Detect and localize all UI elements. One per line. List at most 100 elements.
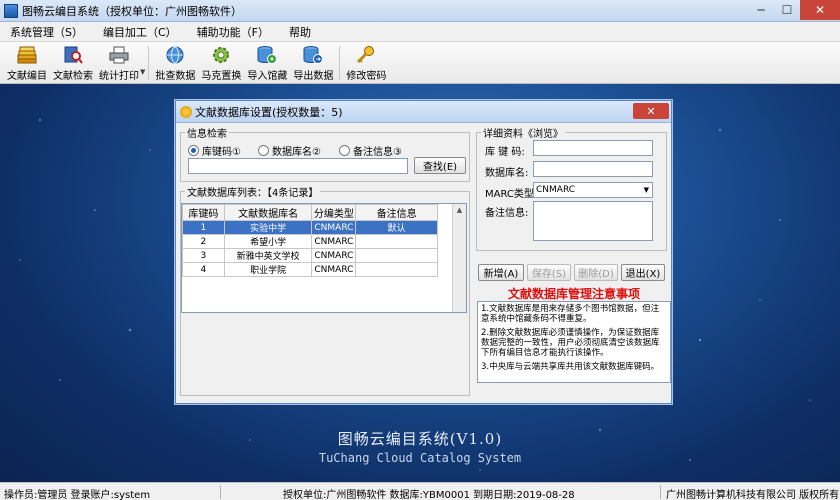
column-header[interactable]: 备注信息 (355, 204, 438, 221)
status-license: 授权单位:广州图畅软件 数据库:YBM0001 到期日期:2019-08-28 (283, 490, 575, 500)
notes-title: 文献数据库管理注意事项 (507, 287, 640, 301)
toolbar-export-button[interactable]: 导出数据 (290, 42, 336, 82)
toolbar-label: 统计打印 (99, 71, 139, 82)
radio-dot (339, 145, 350, 156)
minimize-button[interactable]: ─ (748, 0, 774, 20)
radio-note[interactable]: 备注信息③ (339, 143, 402, 158)
toolbar-separator (148, 46, 150, 80)
cell-note (355, 248, 438, 263)
table-header-row: 库键码 文献数据库名 分编类型 备注信息 (182, 204, 438, 221)
radio-label: 备注信息③ (353, 147, 402, 158)
menu-catalog[interactable]: 编目加工（C） (93, 24, 187, 40)
database-table: 库键码 文献数据库名 分编类型 备注信息 1 实验中学 CNMARC 默认 2 … (181, 203, 467, 313)
table-vertical-scrollbar[interactable]: ▲ (452, 204, 466, 312)
exit-button[interactable]: 退出(X) (621, 264, 665, 281)
menu-system[interactable]: 系统管理（S） (0, 24, 93, 40)
note-item: 3.中央库与云端共享库共用该文献数据库键码。 (481, 362, 660, 372)
marc-type-label: MARC类型: (485, 189, 538, 200)
toolbar-print-button[interactable]: 统计打印 (96, 42, 142, 82)
add-button[interactable]: 新增(A) (478, 264, 524, 281)
chevron-down-icon[interactable]: ▼ (140, 68, 145, 76)
cell-code: 3 (182, 248, 225, 263)
db-name-label: 数据库名: (485, 168, 529, 179)
radio-db-name[interactable]: 数据库名② (258, 143, 321, 158)
key-icon (354, 44, 378, 65)
search-input[interactable] (188, 158, 408, 174)
search-button[interactable]: 查找(E) (414, 157, 466, 174)
globe-icon (163, 44, 187, 65)
toolbar-import-button[interactable]: 导入馆藏 (244, 42, 290, 82)
column-header[interactable]: 分编类型 (311, 204, 357, 221)
note-item: 2.删除文献数据库必须谨慎操作，为保证数据库数据完整的一致性，用户必须彻底清空该… (481, 328, 660, 358)
column-header[interactable]: 文献数据库名 (223, 204, 313, 221)
key-code-label: 库 键 码: (485, 147, 525, 158)
toolbar-password-button[interactable]: 修改密码 (343, 42, 389, 82)
dialog-icon (180, 105, 192, 118)
books-icon (15, 44, 39, 65)
notes-box: 1.文献数据库是用来存储多个图书馆数据，但注意系统中馆藏条码不得重复。 2.删除… (477, 301, 671, 383)
cell-name: 职业学院 (223, 262, 313, 277)
menu-help[interactable]: 帮助 (279, 24, 321, 40)
toolbar-catalog-button[interactable]: 文献编目 (4, 42, 50, 82)
gear-icon (209, 44, 233, 65)
toolbar-label: 批查数据 (155, 71, 196, 82)
status-operator: 操作员:管理员 登录账户:system (4, 490, 151, 500)
radio-label: 数据库名② (272, 147, 321, 158)
toolbar-batch-query-button[interactable]: 批查数据 (152, 42, 198, 82)
delete-button[interactable]: 删除(D) (574, 264, 618, 281)
cell-type: CNMARC (311, 262, 357, 277)
detail-group-legend: 详细资料《浏览》 (483, 129, 563, 140)
status-copyright: 广州图畅计算机科技有限公司 版权所有 (666, 490, 840, 500)
note-item: 1.文献数据库是用来存储多个图书馆数据，但注意系统中馆藏条码不得重复。 (481, 304, 660, 324)
column-header[interactable]: 库键码 (182, 204, 225, 221)
toolbar-label: 马克置换 (201, 71, 242, 82)
cell-code: 2 (182, 234, 225, 249)
scroll-up-icon[interactable]: ▲ (453, 204, 466, 216)
cell-name: 实验中学 (223, 220, 313, 235)
maximize-button[interactable]: ☐ (774, 0, 800, 20)
search-group-legend: 信息检索 (187, 129, 227, 140)
table-row[interactable]: 3 新雅中英文学校 CNMARC (182, 248, 438, 263)
cell-note (355, 234, 438, 249)
save-button[interactable]: 保存(S) (527, 264, 571, 281)
toolbar-label: 文献检索 (53, 71, 93, 82)
list-group-legend: 文献数据库列表：【4条记录】 (187, 188, 319, 199)
toolbar-label: 导出数据 (293, 71, 334, 82)
close-window-button[interactable]: ✕ (800, 0, 840, 20)
dialog-title: 文献数据库设置(授权数量：5) (195, 105, 343, 119)
radio-label: 库键码① (202, 147, 241, 158)
cell-code: 1 (182, 220, 225, 235)
note-textarea[interactable] (533, 201, 653, 241)
dialog-close-button[interactable]: ✕ (633, 103, 669, 119)
cell-type: CNMARC (311, 248, 357, 263)
app-icon (4, 3, 18, 18)
cell-name: 新雅中英文学校 (223, 248, 313, 263)
table-row[interactable]: 4 职业学院 CNMARC (182, 262, 438, 277)
db-name-field[interactable] (533, 161, 653, 177)
chevron-down-icon: ▼ (643, 186, 649, 194)
status-separator (660, 485, 661, 499)
search-book-icon (61, 44, 85, 65)
cell-note (355, 262, 438, 277)
radio-key-code[interactable]: 库键码① (188, 143, 241, 158)
database-settings-dialog: 文献数据库设置(授权数量：5) ✕ 信息检索 库键码① 数据库名② 备注信息③ … (175, 100, 672, 404)
table-row[interactable]: 2 希望小学 CNMARC (182, 234, 438, 249)
radio-dot-selected (188, 145, 199, 156)
table-row[interactable]: 1 实验中学 CNMARC 默认 (182, 220, 438, 235)
window-title: 图畅云编目系统（授权单位：广州图畅软件） (22, 4, 242, 18)
toolbar-label: 修改密码 (346, 71, 387, 82)
toolbar-label: 文献编目 (7, 71, 47, 82)
window-titlebar: 图畅云编目系统（授权单位：广州图畅软件） ─ ☐ ✕ (0, 0, 840, 22)
marc-type-value: CNMARC (536, 185, 576, 195)
toolbar-marc-replace-button[interactable]: 马克置换 (198, 42, 244, 82)
toolbar-search-button[interactable]: 文献检索 (50, 42, 96, 82)
system-banner-title: 图畅云编目系统(V1.0) (337, 430, 503, 448)
menu-tools[interactable]: 辅助功能（F） (187, 24, 279, 40)
status-bar: 操作员:管理员 登录账户:system 授权单位:广州图畅软件 数据库:YBM0… (0, 482, 840, 500)
status-separator (220, 485, 221, 499)
key-code-field[interactable] (533, 140, 653, 156)
system-banner-subtitle: TuChang Cloud Catalog System (318, 451, 522, 465)
marc-type-select[interactable]: CNMARC ▼ (533, 182, 653, 198)
cell-code: 4 (182, 262, 225, 277)
cell-type: CNMARC (311, 234, 357, 249)
